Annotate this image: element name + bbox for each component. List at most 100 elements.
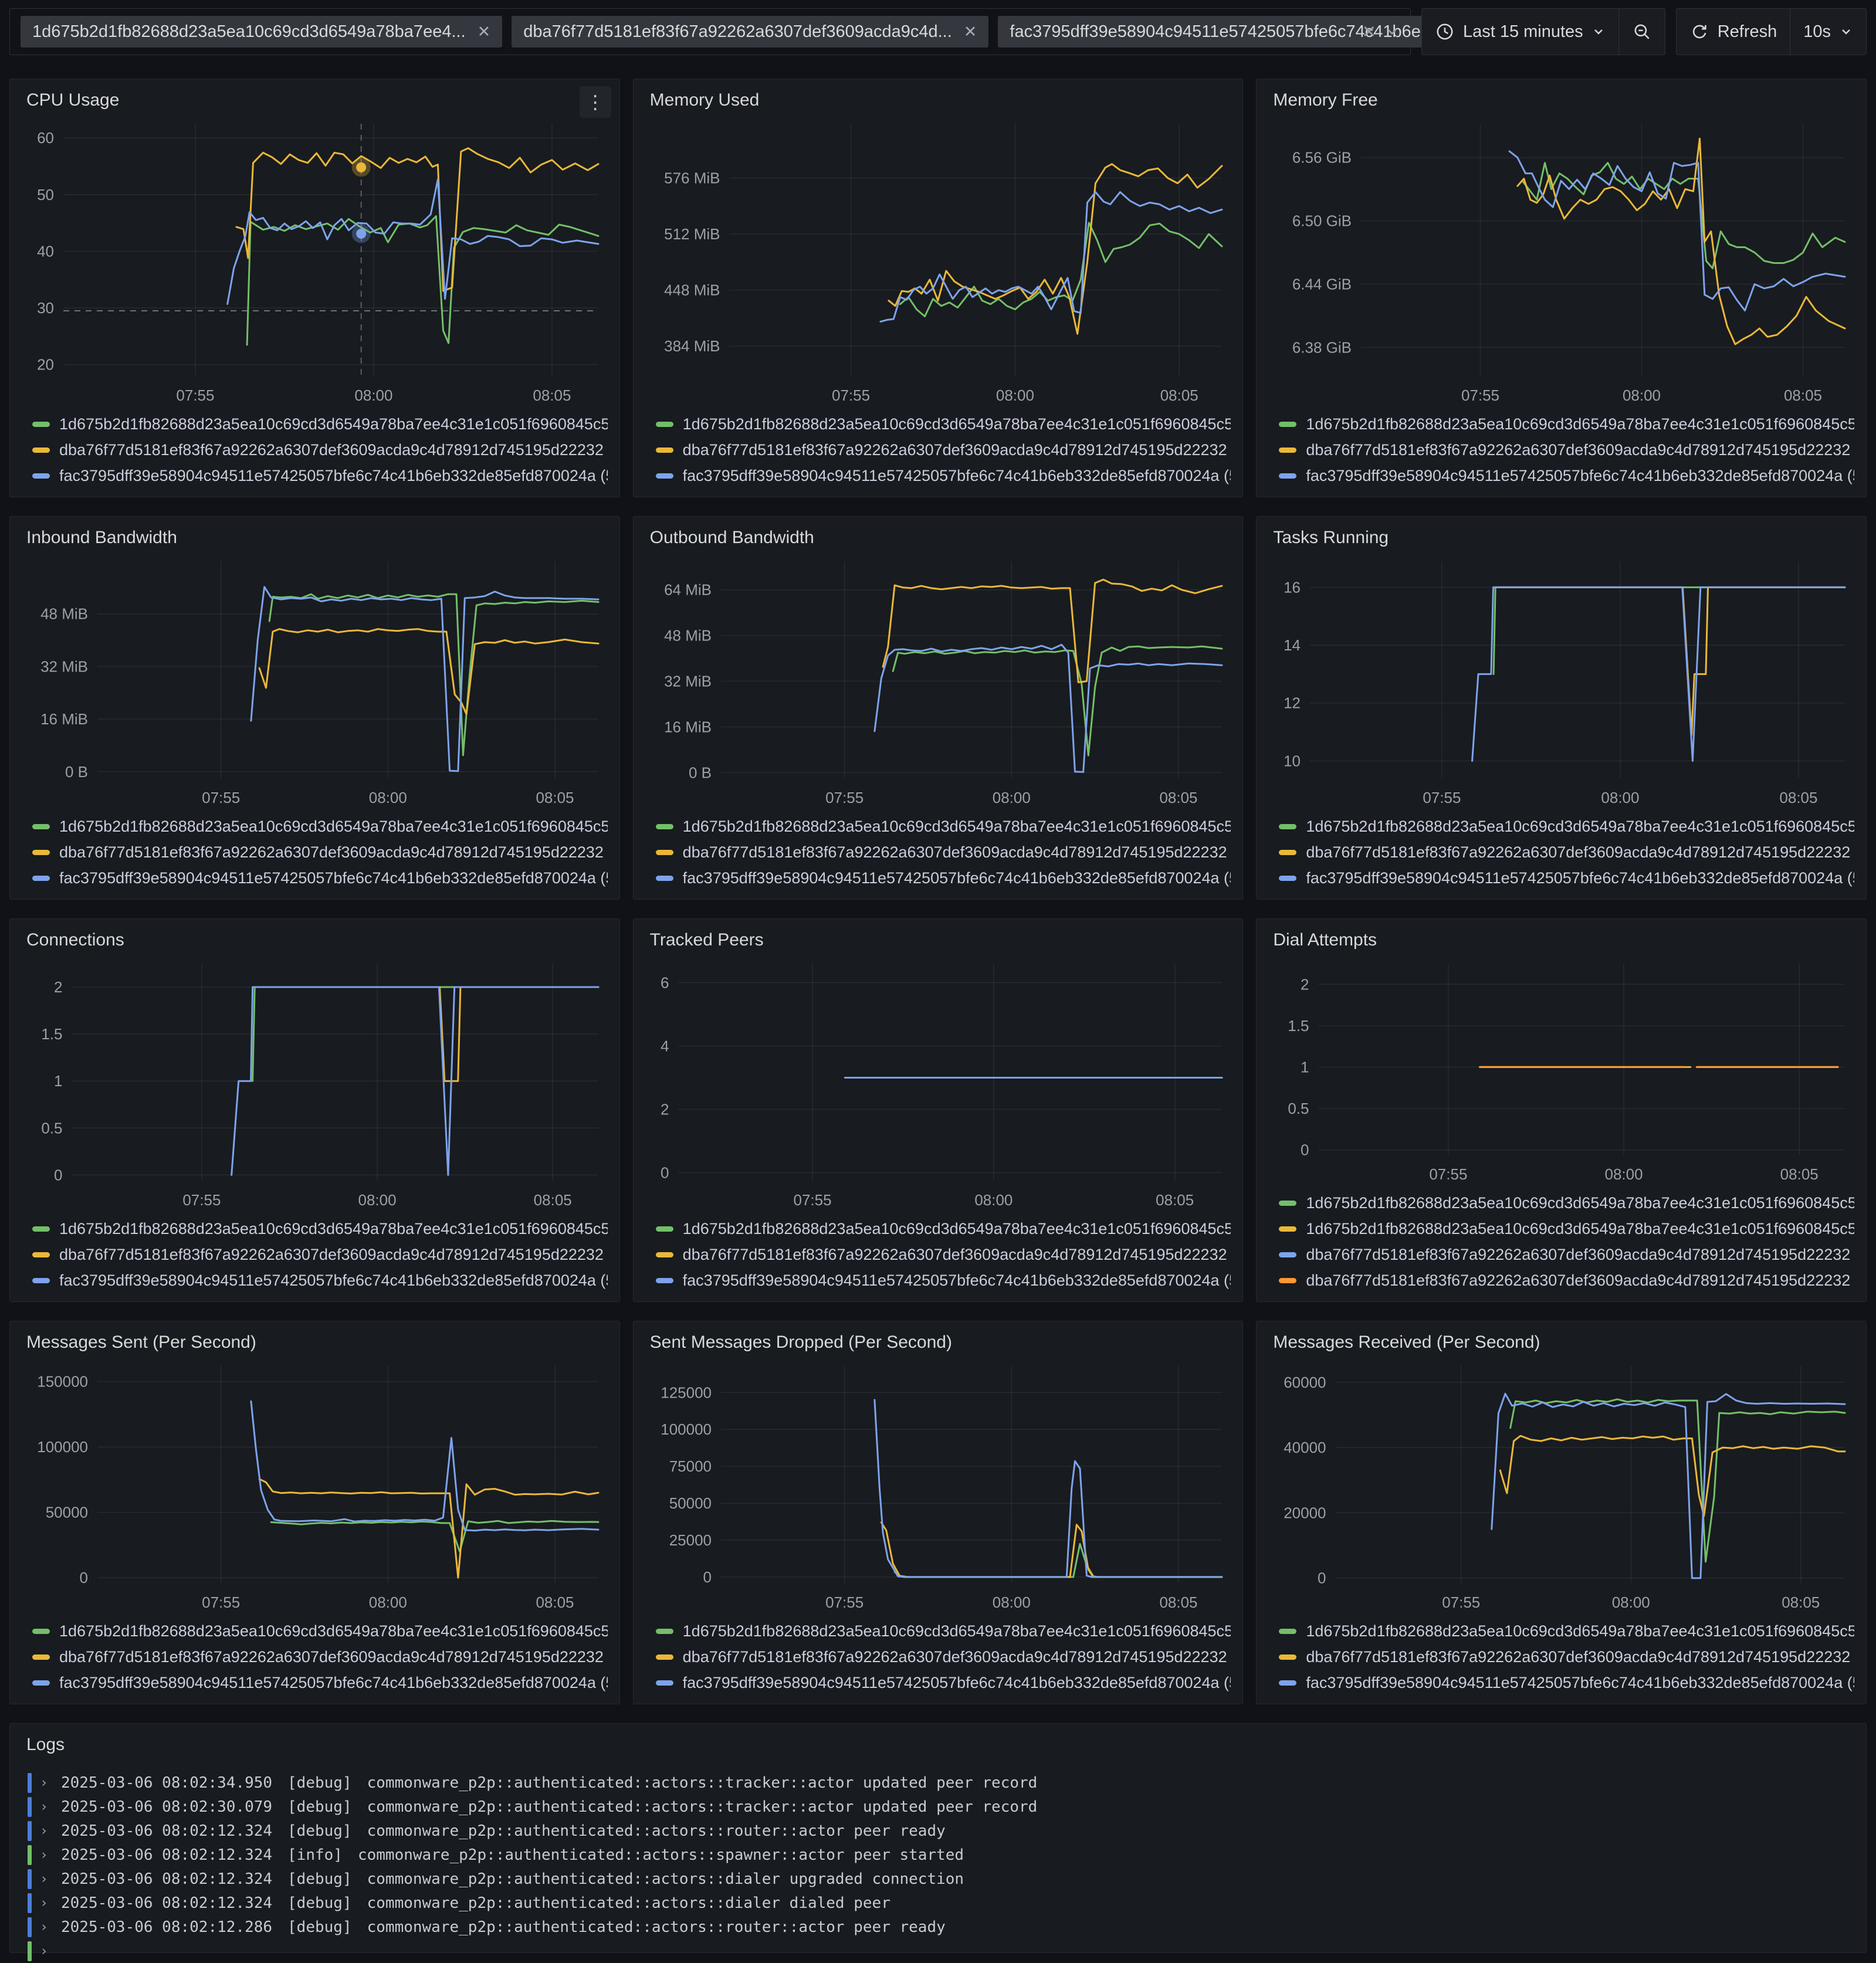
log-row[interactable]: › 2025-03-06 08:02:34.950 [debug] commonwar…: [28, 1771, 1854, 1795]
chart-memory-free[interactable]: 07:55 08:00 08:05 6.56 GiB 6.50 GiB 6.44 GiB 6…: [1268, 116, 1854, 408]
remove-filter-icon[interactable]: ✕: [478, 23, 491, 41]
legend-item[interactable]: dba76f77d5181ef83f67a92262a6307def3609ac…: [1279, 839, 1854, 865]
legend-item[interactable]: 1d675b2d1fb82688d23a5ea10c69cd3d6549a78b…: [32, 1618, 608, 1644]
legend-label: fac3795dff39e58904c94511e57425057bfe6c74…: [682, 1673, 1231, 1691]
chart-tracked-peers[interactable]: 07:55 08:00 08:05 6 4 2 0: [645, 955, 1231, 1212]
log-level: [debug]: [287, 1870, 352, 1888]
expand-chevron-icon[interactable]: ›: [40, 1920, 53, 1935]
log-row[interactable]: › 2025-03-06 08:02:12.324 [debug] commonwar…: [28, 1867, 1854, 1891]
svg-text:14: 14: [1284, 636, 1301, 654]
legend-label: dba76f77d5181ef83f67a92262a6307def3609ac…: [1306, 1245, 1854, 1263]
filter-chips: 1d675b2d1fb82688d23a5ea10c69cd3d6549a78b…: [21, 16, 1472, 48]
legend-item[interactable]: dba76f77d5181ef83f67a92262a6307def3609ac…: [1279, 1644, 1854, 1670]
legend-swatch: [655, 1628, 673, 1634]
refresh-button[interactable]: Refresh: [1677, 9, 1790, 55]
legend-item[interactable]: 1d675b2d1fb82688d23a5ea10c69cd3d6549a78b…: [655, 813, 1231, 839]
log-row[interactable]: › 2025-03-06 08:02:12.324 [debug] commonwar…: [28, 1891, 1854, 1915]
log-row[interactable]: › 2025-03-06 08:02:12.324 [info] commonware…: [28, 1843, 1854, 1867]
legend-item[interactable]: 1d675b2d1fb82688d23a5ea10c69cd3d6549a78b…: [655, 411, 1231, 437]
legend-label: fac3795dff39e58904c94511e57425057bfe6c74…: [682, 1271, 1231, 1289]
legend-item[interactable]: dba76f77d5181ef83f67a92262a6307def3609ac…: [655, 1242, 1231, 1267]
chart-messages-sent[interactable]: 07:55 08:00 08:05 150000 100000 50000 0: [22, 1358, 608, 1615]
legend-item[interactable]: dba76f77d5181ef83f67a92262a6307def3609ac…: [1279, 437, 1854, 463]
legend-item[interactable]: dba76f77d5181ef83f67a92262a6307def3609ac…: [32, 1242, 608, 1267]
svg-text:08:05: 08:05: [1782, 1594, 1820, 1611]
chart-tasks-running[interactable]: 07:55 08:00 08:05 16 14 12 10: [1268, 553, 1854, 810]
chart-sent-messages-dropped[interactable]: 07:55 08:00 08:05 125000 100000 75000 50000 250…: [645, 1358, 1231, 1615]
legend-item[interactable]: 1d675b2d1fb82688d23a5ea10c69cd3d6549a78b…: [655, 1618, 1231, 1644]
svg-text:2: 2: [661, 1100, 669, 1118]
legend-item[interactable]: fac3795dff39e58904c94511e57425057bfe6c74…: [1279, 463, 1854, 489]
chart-messages-received[interactable]: 07:55 08:00 08:05 60000 40000 20000 0: [1268, 1358, 1854, 1615]
zoom-out-button[interactable]: [1618, 9, 1665, 55]
legend-item[interactable]: dba76f77d5181ef83f67a92262a6307def3609ac…: [1279, 1242, 1854, 1267]
chart-inbound-bandwidth[interactable]: 07:55 08:00 08:05 48 MiB 32 MiB 16 MiB 0 B: [22, 553, 608, 810]
log-row[interactable]: › 2025-03-06 08:02:12.286 [debug] commonwar…: [28, 1915, 1854, 1939]
log-level-bar: [28, 1772, 32, 1793]
legend-label: dba76f77d5181ef83f67a92262a6307def3609ac…: [1306, 843, 1854, 861]
legend-item[interactable]: fac3795dff39e58904c94511e57425057bfe6c74…: [32, 1267, 608, 1293]
legend-item[interactable]: fac3795dff39e58904c94511e57425057bfe6c74…: [655, 463, 1231, 489]
legend-item[interactable]: 1d675b2d1fb82688d23a5ea10c69cd3d6549a78b…: [1279, 1216, 1854, 1242]
legend-item[interactable]: fac3795dff39e58904c94511e57425057bfe6c74…: [655, 1670, 1231, 1696]
legend-item[interactable]: 1d675b2d1fb82688d23a5ea10c69cd3d6549a78b…: [655, 1216, 1231, 1242]
expand-chevron-icon[interactable]: ›: [40, 1823, 53, 1839]
clear-filters-icon[interactable]: ✕: [1362, 22, 1376, 42]
log-row[interactable]: › 2025-03-06 08:02:12.324 [debug] commonwar…: [28, 1819, 1854, 1843]
svg-text:512 MiB: 512 MiB: [664, 225, 720, 243]
svg-text:1.5: 1.5: [1288, 1017, 1309, 1035]
legend-item[interactable]: 1d675b2d1fb82688d23a5ea10c69cd3d6549a78b…: [1279, 411, 1854, 437]
chart-outbound-bandwidth[interactable]: 07:55 08:00 08:05 64 MiB 48 MiB 32 MiB 16 MiB 0…: [645, 553, 1231, 810]
legend-item[interactable]: dba76f77d5181ef83f67a92262a6307def3609ac…: [32, 1644, 608, 1670]
svg-text:6.38 GiB: 6.38 GiB: [1292, 338, 1352, 356]
filter-chip[interactable]: fac3795dff39e58904c94511e57425057bfe6c74…: [998, 16, 1472, 48]
legend-item[interactable]: dba76f77d5181ef83f67a92262a6307def3609ac…: [655, 437, 1231, 463]
legend-item[interactable]: 1d675b2d1fb82688d23a5ea10c69cd3d6549a78b…: [32, 411, 608, 437]
legend-item[interactable]: 1d675b2d1fb82688d23a5ea10c69cd3d6549a78b…: [1279, 813, 1854, 839]
chart-dial-attempts[interactable]: 07:55 08:00 08:05 2 1.5 1 0.5 0: [1268, 955, 1854, 1186]
legend-item[interactable]: fac3795dff39e58904c94511e57425057bfe6c74…: [1279, 1670, 1854, 1696]
legend-swatch: [655, 1277, 673, 1283]
legend-item[interactable]: 1d675b2d1fb82688d23a5ea10c69cd3d6549a78b…: [1279, 1190, 1854, 1216]
legend-item[interactable]: dba76f77d5181ef83f67a92262a6307def3609ac…: [1279, 1267, 1854, 1293]
svg-text:08:00: 08:00: [996, 387, 1034, 404]
svg-text:08:05: 08:05: [536, 1594, 574, 1611]
time-range-button[interactable]: Last 15 minutes: [1422, 9, 1618, 55]
expand-chevron-icon[interactable]: ›: [40, 1775, 53, 1791]
legend-item[interactable]: fac3795dff39e58904c94511e57425057bfe6c74…: [1279, 865, 1854, 891]
log-row[interactable]: › 2025-03-06 08:02:30.079 [debug] commonwar…: [28, 1795, 1854, 1819]
log-level: [debug]: [287, 1918, 352, 1936]
filter-chip[interactable]: 1d675b2d1fb82688d23a5ea10c69cd3d6549a78b…: [21, 16, 503, 48]
log-level: [debug]: [287, 1894, 352, 1912]
legend-item[interactable]: 1d675b2d1fb82688d23a5ea10c69cd3d6549a78b…: [1279, 1618, 1854, 1644]
filter-chip-label: 1d675b2d1fb82688d23a5ea10c69cd3d6549a78b…: [32, 22, 466, 41]
legend-item[interactable]: fac3795dff39e58904c94511e57425057bfe6c74…: [32, 463, 608, 489]
expand-chevron-icon[interactable]: ›: [40, 1799, 53, 1815]
expand-chevron-icon[interactable]: ›: [40, 1944, 53, 1959]
filter-chip[interactable]: dba76f77d5181ef83f67a92262a6307def3609ac…: [512, 16, 989, 48]
chevron-down-icon[interactable]: [1384, 24, 1400, 39]
refresh-interval-button[interactable]: 10s: [1790, 9, 1866, 55]
legend-item[interactable]: fac3795dff39e58904c94511e57425057bfe6c74…: [655, 865, 1231, 891]
expand-chevron-icon[interactable]: ›: [40, 1896, 53, 1911]
log-level-bar: [28, 1917, 32, 1937]
legend-item[interactable]: dba76f77d5181ef83f67a92262a6307def3609ac…: [655, 839, 1231, 865]
chart-connections[interactable]: 07:55 08:00 08:05 2 1.5 1 0.5 0: [22, 955, 608, 1212]
legend-item[interactable]: dba76f77d5181ef83f67a92262a6307def3609ac…: [32, 839, 608, 865]
legend-label: 1d675b2d1fb82688d23a5ea10c69cd3d6549a78b…: [682, 1219, 1231, 1238]
legend-item[interactable]: dba76f77d5181ef83f67a92262a6307def3609ac…: [32, 437, 608, 463]
legend-label: 1d675b2d1fb82688d23a5ea10c69cd3d6549a78b…: [1306, 1622, 1854, 1640]
remove-filter-icon[interactable]: ✕: [964, 23, 977, 41]
legend-item[interactable]: fac3795dff39e58904c94511e57425057bfe6c74…: [32, 865, 608, 891]
legend-item[interactable]: 1d675b2d1fb82688d23a5ea10c69cd3d6549a78b…: [32, 813, 608, 839]
panel-menu-icon[interactable]: ⋮: [579, 86, 611, 118]
legend-item[interactable]: fac3795dff39e58904c94511e57425057bfe6c74…: [655, 1267, 1231, 1293]
chart-memory-used[interactable]: 07:55 08:00 08:05 576 MiB 512 MiB 448 MiB 384 …: [645, 116, 1231, 408]
legend-item[interactable]: dba76f77d5181ef83f67a92262a6307def3609ac…: [655, 1644, 1231, 1670]
expand-chevron-icon[interactable]: ›: [40, 1872, 53, 1887]
legend-item[interactable]: 1d675b2d1fb82688d23a5ea10c69cd3d6549a78b…: [32, 1216, 608, 1242]
chart-cpu-usage[interactable]: 07:55 08:00 08:05 60 50 40 30 20: [22, 116, 608, 408]
legend-item[interactable]: fac3795dff39e58904c94511e57425057bfe6c74…: [32, 1670, 608, 1696]
expand-chevron-icon[interactable]: ›: [40, 1847, 53, 1863]
log-row[interactable]: ›: [28, 1939, 1854, 1963]
